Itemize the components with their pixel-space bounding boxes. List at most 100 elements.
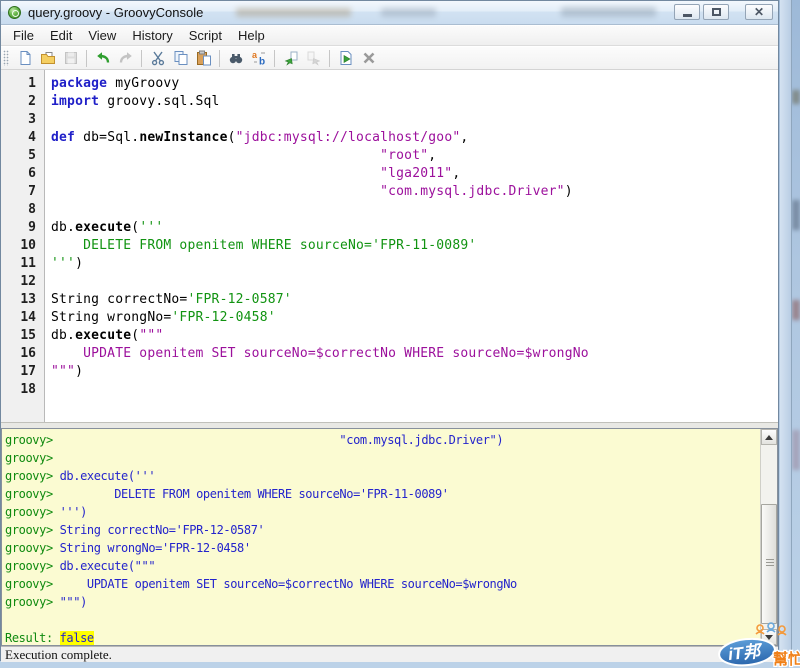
copy-icon [174, 51, 187, 65]
code-editor-pane[interactable]: 1 2 3 4 5 6 7 8 9 10 11 12 13 14 15 16 17 18 package myGr… [1, 70, 778, 422]
undo-icon [96, 52, 109, 63]
find-icon [229, 54, 242, 64]
line-number: 11 [20, 256, 36, 271]
line-number-gutter: 1 2 3 4 5 6 7 8 9 10 11 12 13 14 15 16 17 18 [1, 70, 45, 422]
close-button[interactable]: ✕ [745, 4, 773, 20]
close-icon: ✕ [753, 5, 765, 19]
line-number: 13 [20, 292, 36, 307]
line-number: 4 [28, 130, 36, 145]
groovy-app-icon [8, 6, 21, 19]
line-number: 9 [28, 220, 36, 235]
statusbar: Execution complete. [1, 646, 778, 662]
cut-button[interactable] [146, 48, 169, 68]
history-previous-button[interactable] [279, 48, 302, 68]
figures-icon [755, 622, 787, 636]
output-line: groovy> String correctNo='FPR-12-0587' [5, 523, 265, 537]
menubar: File Edit View History Script Help [1, 26, 778, 46]
new-file-icon [20, 51, 30, 65]
watermark-side-text: 幫忙 [773, 650, 800, 668]
paste-button[interactable] [192, 48, 215, 68]
menu-item-edit[interactable]: Edit [42, 26, 80, 45]
toolbar: ab [1, 47, 778, 70]
clear-output-button[interactable] [357, 48, 380, 68]
thumb-grip-icon [766, 559, 774, 567]
menu-item-script[interactable]: Script [181, 26, 230, 45]
code-line: "root", [380, 148, 437, 163]
window-controls: ✕ [671, 4, 773, 20]
line-number: 16 [20, 346, 36, 361]
titlebar-glass-artifact [561, 7, 656, 17]
clear-output-icon [363, 52, 374, 64]
line-number: 5 [28, 148, 36, 163]
line-number: 3 [28, 112, 36, 127]
code-line: String correctNo='FPR-12-0587' [51, 292, 292, 307]
output-line: groovy> """) [5, 595, 87, 609]
redo-button [114, 48, 137, 68]
line-number: 2 [28, 94, 36, 109]
code-line: package myGroovy [51, 76, 180, 91]
arrow-up-icon [765, 434, 773, 440]
code-line: DELETE FROM openitem WHERE sourceNo='FPR… [51, 238, 477, 253]
toolbar-drag-handle[interactable] [3, 50, 9, 66]
output-pane[interactable]: groovy> "com.mysql.jdbc.Driver") groovy> … [1, 428, 778, 646]
line-number: 6 [28, 166, 36, 181]
line-number: 1 [28, 76, 36, 91]
code-line: import groovy.sql.Sql [51, 94, 220, 109]
open-file-button[interactable] [36, 48, 59, 68]
redo-icon [119, 52, 132, 63]
menu-item-help[interactable]: Help [230, 26, 273, 45]
toolbar-separator [141, 49, 142, 67]
history-next-button [302, 48, 325, 68]
toolbar-separator [329, 49, 330, 67]
menu-item-view[interactable]: View [80, 26, 124, 45]
code-line: UPDATE openitem SET sourceNo=$correctNo … [51, 346, 589, 361]
status-message: Execution complete. [5, 647, 112, 662]
output-line: groovy> [5, 451, 60, 465]
groovy-console-window: query.groovy - GroovyConsole ✕ File Edit V… [0, 0, 779, 662]
line-number: 14 [20, 310, 36, 325]
new-file-button[interactable] [13, 48, 36, 68]
line-number: 12 [20, 274, 36, 289]
menu-item-file[interactable]: File [5, 26, 42, 45]
code-area[interactable]: package myGroovy import groovy.sql.Sql de… [45, 70, 778, 422]
find-button[interactable] [224, 48, 247, 68]
code-line: """) [51, 364, 84, 379]
desktop-artifact [792, 90, 800, 104]
titlebar[interactable]: query.groovy - GroovyConsole ✕ [1, 1, 778, 25]
run-script-button[interactable] [334, 48, 357, 68]
screen: { "window": { "title": "query.groovy - G… [0, 0, 800, 668]
paste-icon [196, 50, 211, 66]
undo-button[interactable] [91, 48, 114, 68]
code-line: "com.mysql.jdbc.Driver") [380, 184, 573, 199]
save-file-icon [64, 52, 77, 64]
titlebar-glass-artifact [381, 8, 436, 17]
code-line: def db=Sql.newInstance("jdbc:mysql://loc… [51, 130, 469, 145]
desktop-artifact [792, 300, 800, 320]
scrollbar-thumb[interactable] [761, 504, 777, 624]
replace-icon: ab [252, 50, 265, 66]
output-text[interactable]: groovy> "com.mysql.jdbc.Driver") groovy> … [2, 429, 760, 645]
scroll-up-button[interactable] [761, 429, 777, 445]
code-line: String wrongNo='FPR-12-0458' [51, 310, 276, 325]
minimize-icon [682, 14, 692, 17]
desktop-artifact [792, 430, 800, 470]
maximize-button[interactable] [703, 4, 729, 20]
output-line: groovy> "com.mysql.jdbc.Driver") [5, 433, 504, 447]
output-line: groovy> db.execute(''' [5, 469, 156, 483]
watermark-badge-text: iT邦 [727, 641, 764, 664]
copy-button[interactable] [169, 48, 192, 68]
output-line: groovy> db.execute(""" [5, 559, 156, 573]
menu-item-history[interactable]: History [124, 26, 180, 45]
replace-button[interactable]: ab [247, 48, 270, 68]
line-number: 17 [20, 364, 36, 379]
line-number: 8 [28, 202, 36, 217]
window-glass-border [780, 0, 792, 661]
output-line: groovy> UPDATE openitem SET sourceNo=$co… [5, 577, 517, 591]
output-scrollbar[interactable] [760, 429, 777, 645]
minimize-button[interactable] [674, 4, 700, 20]
